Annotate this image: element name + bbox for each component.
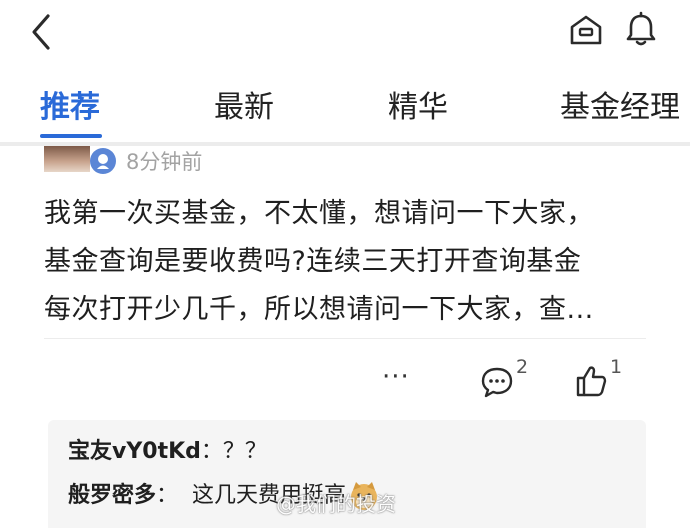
verified-badge-icon (90, 148, 116, 174)
watermark: @我们的投资 (276, 492, 396, 516)
tab-latest[interactable]: 最新 (214, 88, 274, 128)
reply-text: ？？ (222, 439, 267, 464)
like-count: 1 (610, 356, 623, 378)
tab-bar: 推荐 最新 精华 基金经理 (0, 78, 690, 142)
more-button[interactable]: ··· (382, 362, 410, 392)
tab-fund-managers[interactable]: 基金经理 (560, 88, 680, 128)
reply-author[interactable]: 宝友vY0tKd (68, 439, 201, 464)
reply-author[interactable]: 般罗密多 (68, 483, 156, 508)
reply-separator: ： (156, 483, 179, 508)
active-tab-indicator (40, 134, 102, 138)
comment-icon[interactable] (480, 366, 514, 398)
chevron-left-icon (32, 14, 50, 50)
top-bar (0, 0, 690, 70)
post-content[interactable]: 我第一次买基金，不太懂，想请问一下大家， 基金查询是要收费吗?连续三天打开查询基… (44, 190, 654, 334)
home-icon[interactable] (568, 12, 604, 48)
post-actions: ··· 2 1 (0, 352, 690, 412)
back-button[interactable] (26, 10, 60, 54)
section-divider (0, 142, 690, 146)
divider (44, 338, 646, 339)
reply-item[interactable]: 宝友vY0tKd：？？ (68, 436, 267, 468)
post-line: 基金查询是要收费吗?连续三天打开查询基金 (44, 246, 582, 277)
bell-icon[interactable] (622, 10, 660, 48)
comment-count: 2 (516, 356, 529, 378)
reply-separator: ： (200, 439, 223, 464)
thumbs-up-icon[interactable] (574, 364, 608, 398)
post-time: 8分钟前 (126, 150, 203, 174)
tab-featured[interactable]: 精华 (388, 88, 448, 128)
tab-recommended[interactable]: 推荐 (40, 88, 100, 128)
avatar[interactable] (44, 146, 90, 172)
post-line: 每次打开少几千，所以想请问一下大家，查... (44, 294, 594, 325)
post-line: 我第一次买基金，不太懂，想请问一下大家， (44, 198, 594, 229)
